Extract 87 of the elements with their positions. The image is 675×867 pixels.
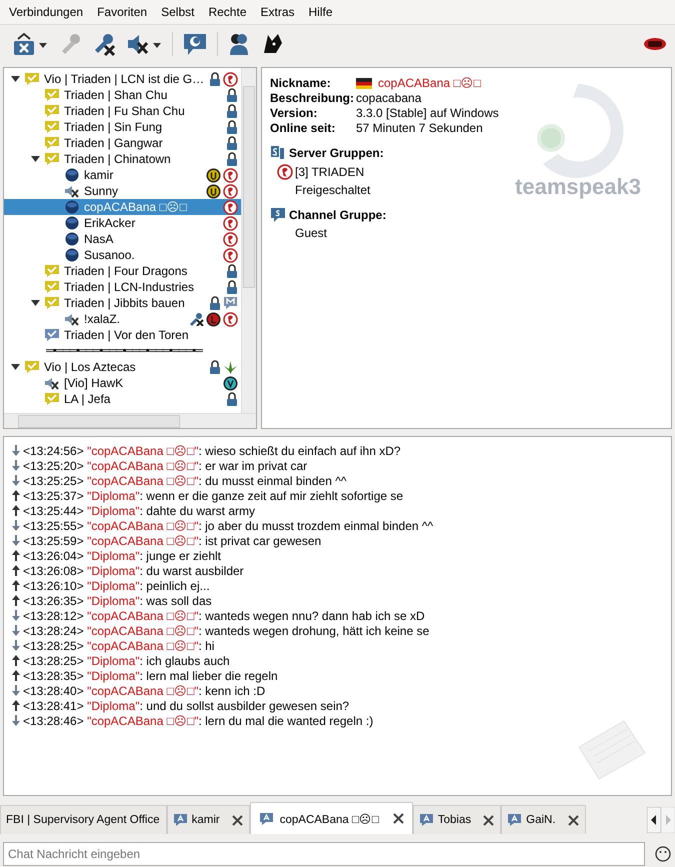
group-name: Guest <box>295 226 328 240</box>
tree-row[interactable]: !xalaZ. <box>4 311 241 327</box>
field-value: copacabana <box>356 91 422 105</box>
chat-message: <13:28:25> "Diploma": ich glaubs auch <box>23 654 230 668</box>
tree-label: ErikAcker <box>84 216 136 230</box>
chat-message: <13:26:35> "Diploma": was soll das <box>23 594 212 608</box>
chat-message: <13:26:08> "Diploma": du warst ausbilder <box>23 564 244 578</box>
tree-row[interactable]: Triaden | Chinatown <box>4 151 241 167</box>
tree-row[interactable]: Triaden | LCN-Industries <box>4 279 241 295</box>
chat-tab[interactable]: copACABana □☹□ <box>250 802 413 834</box>
menu-item[interactable]: Verbindungen <box>2 5 90 19</box>
tree-row[interactable]: Triaden | Sin Fung <box>4 119 241 135</box>
tree-row[interactable]: ═•═══•═══•═══•═══•═══•═══•═ <box>4 343 241 359</box>
chat-message: <13:25:59> "copACABana □☹□": ist privat car gewesen <box>23 534 322 548</box>
menu-item[interactable]: Selbst <box>154 5 202 19</box>
tree-row[interactable]: Triaden | Gangwar <box>4 135 241 151</box>
tree-row[interactable]: Triaden | Fu Shan Chu <box>4 103 241 119</box>
chat-message: <13:28:24> "copACABana □☹□": wanteds wegen drohung, hätt ich keine se <box>23 624 430 638</box>
field-value: 57 Minuten 7 Sekunden <box>356 121 483 135</box>
menu-item[interactable]: Favoriten <box>90 5 154 19</box>
field-value: copACABana □☹□ <box>378 76 481 90</box>
chat-tab[interactable]: GaiN. <box>501 805 586 834</box>
field-label: Version: <box>270 106 318 120</box>
menu-item[interactable]: Rechte <box>201 5 254 19</box>
tree-label: kamir <box>84 168 114 182</box>
tree-row[interactable]: Triaden | Four Dragons <box>4 263 241 279</box>
tree-row[interactable]: kamir <box>4 167 241 183</box>
tree-row[interactable]: Triaden | Vor den Toren <box>4 327 241 343</box>
chat-message: <13:25:25> "copACABana □☹□": du musst einmal binden ^^ <box>23 474 346 488</box>
tree-row[interactable]: ErikAcker <box>4 215 241 231</box>
tree-row[interactable]: NasA <box>4 231 241 247</box>
tree-label: Triaden | Shan Chu <box>64 88 168 102</box>
section-title: Channel Gruppe: <box>289 208 386 222</box>
tree-label: Triaden | Gangwar <box>64 136 164 150</box>
chat-message: <13:28:25> "copACABana □☹□": hi <box>23 638 214 652</box>
tree-label: Triaden | Sin Fung <box>64 120 164 134</box>
menu-item[interactable]: Hilfe <box>302 5 340 19</box>
chat-message: <13:25:37> "Diploma": wenn er die ganze zeit auf mir ziehlt sofortige se <box>23 488 404 502</box>
tree-row[interactable]: Triaden | Shan Chu <box>4 87 241 103</box>
tree-label: Triaden | LCN-Industries <box>64 280 196 294</box>
tree-label: Triaden | Four Dragons <box>64 264 188 278</box>
tree-label: Vio | Triaden | LCN ist die G… <box>44 72 205 86</box>
chat-message: <13:26:04> "Diploma": junge er ziehlt <box>23 548 221 562</box>
chat-tab[interactable]: Tobias <box>412 805 502 834</box>
tree-row[interactable]: Susanoo. <box>4 247 241 263</box>
tree-label: [Vio] HawK <box>64 376 124 390</box>
chat-message: <13:28:40> "copACABana □☹□": kenn ich :D <box>23 684 266 698</box>
tree-row[interactable]: [Vio] HawK <box>4 375 241 391</box>
chat-message: <13:28:12> "copACABana □☹□": wanteds wegen nnu? dann hab ich se xD <box>23 608 425 622</box>
tree-label: copACABana □☹□ <box>84 200 188 214</box>
field-label: Beschreibung: <box>270 91 356 105</box>
chat-message: <13:26:10> "Diploma": peinlich ej... <box>23 578 210 592</box>
tree-label: Vio | Los Aztecas <box>44 360 137 374</box>
field-value: 3.3.0 [Stable] auf Windows <box>356 106 499 120</box>
chat-tab[interactable]: FBI | Supervisory Agent Office <box>0 805 167 834</box>
chat-message: <13:28:41> "Diploma": und du sollst ausbilder gewesen sein? <box>23 698 350 712</box>
spacer-line: ═•═══•═══•═══•═══•═══•═══•═ <box>45 345 204 357</box>
tree-row[interactable]: copACABana □☹□ <box>4 199 241 215</box>
chat-message: <13:24:56> "copACABana □☹□": wieso schießt du einfach auf ihn xD? <box>23 444 401 458</box>
tree-row[interactable]: Vio | Triaden | LCN ist die G… <box>4 71 241 87</box>
tree-row[interactable]: Vio | Los Aztecas <box>4 359 241 375</box>
chat-message: <13:25:55> "copACABana □☹□": jo aber du musst trozdem einmal binden ^^ <box>23 518 434 532</box>
group-name: [3] TRIADEN <box>295 165 364 179</box>
group-name: Freigeschaltet <box>295 183 370 197</box>
chat-message: <13:25:20> "copACABana □☹□": er war im privat car <box>23 458 308 472</box>
tree-row[interactable]: Triaden | Jibbits bauen <box>4 295 241 311</box>
chat-message: <13:25:44> "Diploma": dahte du warst army <box>23 504 255 518</box>
tree-label: Sunny <box>84 184 120 198</box>
tree-label: Triaden | Vor den Toren <box>64 328 190 342</box>
chat-message: <13:28:46> "copACABana □☹□": lern du mal die wanted regeln :) <box>23 714 374 728</box>
tree-row[interactable]: LA | Jefa <box>4 391 241 407</box>
chat-input-field[interactable]: Chat Nachricht eingeben <box>3 842 645 866</box>
chat-tab[interactable]: kamir <box>166 805 250 834</box>
section-title: Server Gruppen: <box>289 146 384 160</box>
tree-label: Triaden | Jibbits bauen <box>64 296 186 310</box>
menu-item[interactable]: Extras <box>254 5 302 19</box>
teamspeak-logo: teamspeak3 <box>515 76 641 200</box>
field-label: Nickname: <box>270 76 332 90</box>
tree-label: Susanoo. <box>84 248 136 262</box>
tree-label: LA | Jefa <box>64 392 112 406</box>
tree-label: Triaden | Chinatown <box>64 152 172 166</box>
field-label: Online seit: <box>270 121 336 135</box>
tree-label: !xalaZ. <box>84 312 122 326</box>
chat-message: <13:28:35> "Diploma": lern mal lieber die regeln <box>23 668 278 682</box>
tree-label: NasA <box>84 232 114 246</box>
tree-label: Triaden | Fu Shan Chu <box>64 104 186 118</box>
tree-row[interactable]: Sunny <box>4 183 241 199</box>
